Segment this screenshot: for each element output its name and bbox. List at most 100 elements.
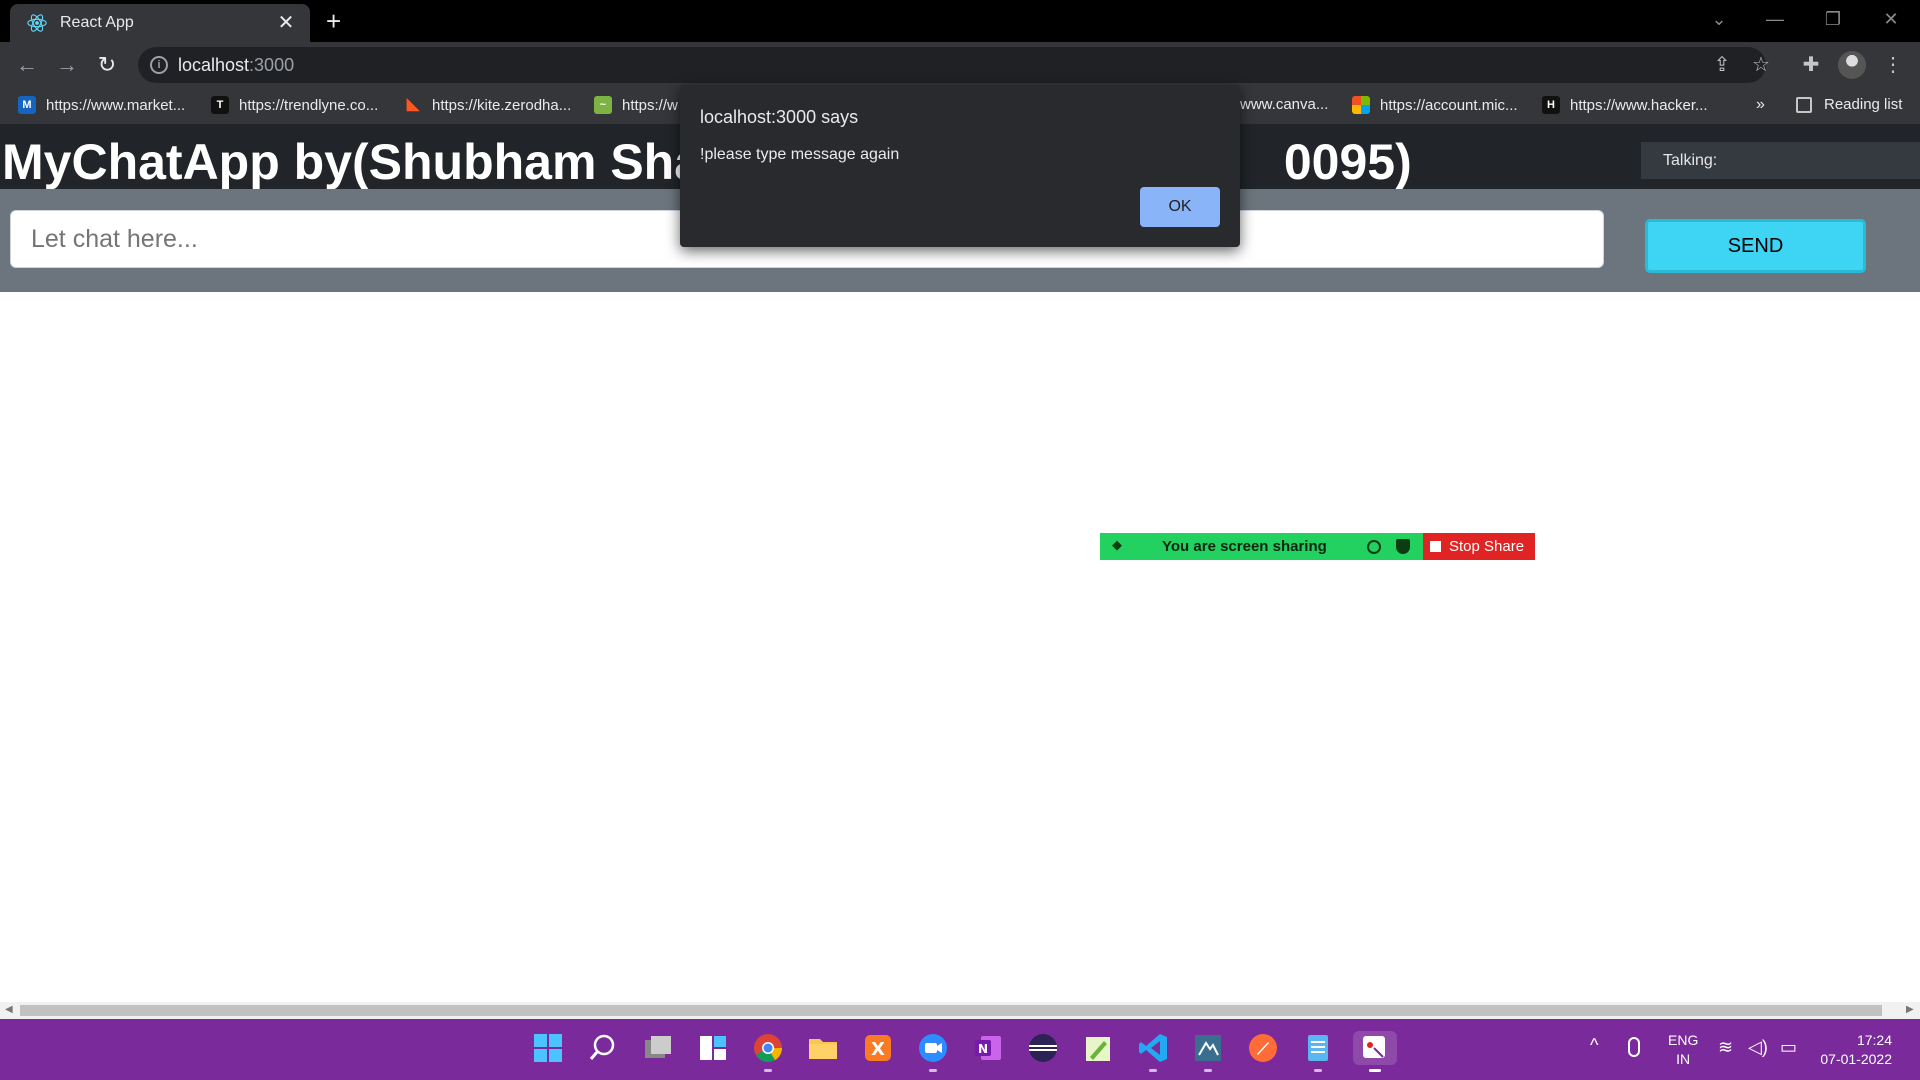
minimize-button[interactable]: — <box>1760 8 1790 30</box>
browser-titlebar: React App ✕ + ⌄ — ❐ ✕ <box>0 0 1920 42</box>
horizontal-scrollbar[interactable]: ◀ ▶ <box>0 1002 1920 1019</box>
stop-share-button[interactable]: Stop Share <box>1423 533 1535 560</box>
file-explorer-icon[interactable] <box>806 1031 840 1065</box>
hackerrank-icon: H <box>1542 96 1560 114</box>
bookmark-label: https://trendlyne.co... <box>239 96 379 114</box>
stop-share-label: Stop Share <box>1449 538 1525 555</box>
bookmark-label: https://www.hacker... <box>1570 96 1708 114</box>
chevron-up-icon[interactable]: ^ <box>1590 1035 1598 1056</box>
onenote-icon[interactable]: N <box>971 1031 1005 1065</box>
marketsmith-icon: M <box>18 96 36 114</box>
alert-ok-button[interactable]: OK <box>1140 187 1220 227</box>
reading-list-icon <box>1796 96 1812 113</box>
search-icon[interactable] <box>586 1031 620 1065</box>
clock-time: 17:24 <box>1856 1032 1892 1048</box>
vscode-icon[interactable] <box>1136 1031 1170 1072</box>
task-view-icon[interactable] <box>641 1031 675 1065</box>
bookmark-item[interactable]: ~ https://w <box>594 96 678 114</box>
send-button[interactable]: SEND <box>1645 219 1866 273</box>
snipping-tool-icon[interactable] <box>1353 1031 1397 1072</box>
svg-text:X: X <box>871 1039 885 1060</box>
address-host: localhost <box>178 55 250 75</box>
battery-icon[interactable]: ▭ <box>1780 1037 1797 1058</box>
running-indicator <box>929 1069 937 1072</box>
chrome-icon[interactable] <box>751 1031 785 1072</box>
trendlyne-icon: T <box>211 96 229 114</box>
record-status-icon <box>1367 540 1381 554</box>
notepadpp-icon[interactable] <box>1081 1031 1115 1065</box>
new-tab-button[interactable]: + <box>326 8 341 34</box>
start-icon[interactable] <box>531 1031 565 1065</box>
share-icon[interactable]: ⇪ <box>1709 52 1735 78</box>
notepad-icon[interactable] <box>1301 1031 1335 1072</box>
bookmark-label: https://kite.zerodha... <box>432 96 572 114</box>
tab-close-icon[interactable]: ✕ <box>276 13 296 33</box>
running-indicator <box>1314 1069 1322 1072</box>
scroll-left-icon[interactable]: ◀ <box>5 1004 13 1015</box>
alert-dialog: localhost:3000 says !please type message… <box>680 85 1240 247</box>
bookmark-item[interactable]: T https://trendlyne.co... <box>211 96 378 114</box>
alert-message: !please type message again <box>700 146 900 163</box>
microphone-icon[interactable] <box>1628 1037 1640 1057</box>
extensions-icon[interactable]: ✚ <box>1798 52 1824 78</box>
screen-share-status[interactable]: ◆ You are screen sharing <box>1100 533 1423 560</box>
system-clock[interactable]: 17:24 07-01-2022 <box>1812 1031 1892 1069</box>
alert-header: localhost:3000 says <box>700 107 859 127</box>
reading-list-label: Reading list <box>1824 96 1903 113</box>
reading-list-button[interactable]: Reading list <box>1796 96 1902 113</box>
bookmark-item[interactable]: www.canva... <box>1240 96 1328 113</box>
mysql-workbench-icon[interactable] <box>1191 1031 1225 1072</box>
bookmark-label: https://w <box>622 96 678 114</box>
reload-button[interactable]: ↻ <box>92 50 122 80</box>
page-title-right: 0095) <box>1283 134 1412 190</box>
widgets-icon[interactable] <box>696 1031 730 1065</box>
kite-icon: ◣ <box>406 96 420 113</box>
postman-icon[interactable] <box>1246 1031 1280 1065</box>
browser-toolbar: ← → ↻ i localhost:3000 ⇪ ☆ ✚ ⋮ <box>0 42 1920 88</box>
active-indicator <box>1369 1069 1381 1072</box>
windows-taskbar: X N ^ ENG IN ≋ ◁) ▭ 17:24 07-01-2022 <box>0 1019 1920 1080</box>
bookmark-item[interactable]: H https://www.hacker... <box>1542 96 1708 114</box>
page-title-left: MyChatApp by(Shubham Shas <box>2 134 730 190</box>
lang-code: ENG <box>1668 1032 1699 1048</box>
site-info-icon[interactable]: i <box>150 56 168 74</box>
forward-button[interactable]: → <box>52 50 82 80</box>
address-port: :3000 <box>249 55 295 75</box>
address-url: localhost:3000 <box>178 55 294 76</box>
bookmark-star-icon[interactable]: ☆ <box>1748 52 1774 78</box>
stop-icon <box>1430 541 1441 552</box>
screen-share-label: You are screen sharing <box>1162 538 1327 555</box>
clock-date: 07-01-2022 <box>1820 1051 1892 1067</box>
wifi-icon[interactable]: ≋ <box>1718 1037 1733 1058</box>
svg-text:N: N <box>978 1042 988 1056</box>
react-icon <box>27 14 47 32</box>
eclipse-icon[interactable] <box>1026 1031 1060 1065</box>
scroll-right-icon[interactable]: ▶ <box>1906 1004 1914 1015</box>
scrollbar-thumb[interactable] <box>20 1005 1882 1016</box>
xampp-icon[interactable]: X <box>861 1031 895 1065</box>
volume-icon[interactable]: ◁) <box>1748 1037 1768 1058</box>
profile-avatar[interactable] <box>1838 51 1866 79</box>
running-indicator <box>1204 1069 1212 1072</box>
bookmark-item[interactable]: https://account.mic... <box>1352 96 1518 114</box>
bookmark-item[interactable]: ◣ https://kite.zerodha... <box>404 96 571 114</box>
bookmark-label: https://account.mic... <box>1380 96 1518 114</box>
address-bar[interactable]: i localhost:3000 ⇪ ☆ <box>138 47 1770 83</box>
tab-title: React App <box>60 14 134 31</box>
menu-kebab-icon[interactable]: ⋮ <box>1880 52 1906 78</box>
tradingview-icon: ~ <box>594 96 612 114</box>
zoom-icon[interactable] <box>916 1031 950 1072</box>
restore-button[interactable]: ❐ <box>1818 8 1848 30</box>
drag-handle-icon[interactable]: ◆ <box>1112 538 1124 552</box>
tab-react-app[interactable]: React App ✕ <box>10 4 310 42</box>
bookmark-item[interactable]: M https://www.market... <box>18 96 185 114</box>
running-indicator <box>764 1069 772 1072</box>
tab-search-icon[interactable]: ⌄ <box>1704 8 1734 30</box>
back-button[interactable]: ← <box>12 50 42 80</box>
bookmark-label: www.canva... <box>1240 96 1329 113</box>
running-indicator <box>1149 1069 1157 1072</box>
close-window-button[interactable]: ✕ <box>1876 8 1906 30</box>
language-indicator[interactable]: ENG IN <box>1668 1031 1698 1069</box>
talking-indicator: Talking: <box>1641 142 1920 179</box>
bookmarks-overflow-button[interactable]: » <box>1756 96 1765 114</box>
